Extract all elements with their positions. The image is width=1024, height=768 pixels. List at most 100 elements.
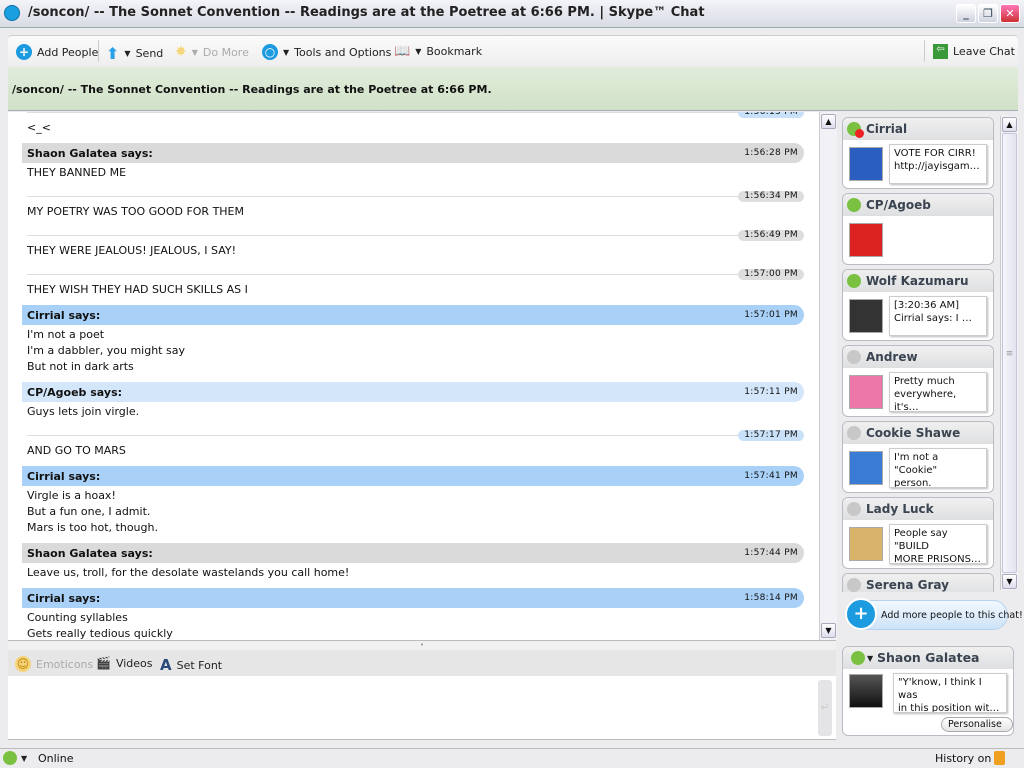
message-timestamp: 1:57:17 PM — [738, 430, 804, 441]
message-input[interactable]: ↵ — [8, 676, 836, 740]
participant-avatar — [849, 375, 883, 409]
my-name-label: Shaon Galatea — [877, 650, 980, 665]
participant-card[interactable]: Cookie Shawe I'm not a "Cookie" person. — [842, 421, 994, 493]
offline-status-icon — [847, 350, 861, 364]
emoticons-button[interactable]: ☺ Emoticons — [15, 656, 93, 672]
message-divider: 1:57:17 PM — [22, 420, 804, 443]
online-status-icon — [851, 651, 865, 665]
chevron-down-icon[interactable]: ▼ — [21, 754, 27, 763]
chat-topic-bar[interactable]: /soncon/ -- The Sonnet Convention -- Rea… — [8, 67, 1018, 111]
do-more-label: Do More — [202, 45, 249, 59]
participants-panel: Cirrial VOTE FOR CIRR! http://jayisgam… CP… — [838, 112, 1023, 740]
sender-name: Cirrial says: — [27, 308, 101, 322]
splitter-handle[interactable]: • — [8, 640, 836, 650]
message-timestamp: 1:56:13 PM — [738, 112, 804, 118]
add-icon: + — [16, 44, 32, 60]
my-avatar[interactable] — [849, 674, 883, 708]
sender-name: Shaon Galatea says: — [27, 146, 153, 160]
message-text: Mars is too hot, though. — [27, 521, 158, 534]
lock-icon — [994, 751, 1005, 765]
scroll-up-button[interactable]: ▲ — [1002, 117, 1017, 132]
book-icon: 📖 — [394, 44, 411, 59]
participant-name: Cirrial — [843, 118, 993, 140]
tools-icon: ○ — [262, 44, 278, 60]
online-status-icon — [847, 198, 861, 212]
chat-topic: /soncon/ -- The Sonnet Convention -- Rea… — [12, 83, 492, 96]
clapper-icon: 🎬 — [96, 656, 111, 670]
my-mood-message[interactable]: "Y'know, I think I was in this position … — [893, 673, 1007, 713]
offline-status-icon — [847, 578, 861, 592]
message-text: Virgle is a hoax! — [27, 489, 116, 502]
videos-label: Videos — [115, 656, 153, 670]
online-status-icon[interactable] — [3, 751, 17, 765]
videos-button[interactable]: 🎬 Videos — [96, 656, 153, 670]
message-text: THEY BANNED ME — [27, 166, 127, 179]
status-label[interactable]: Online — [38, 752, 73, 765]
offline-status-icon — [847, 502, 861, 516]
participant-card[interactable]: Andrew Pretty much everywhere, it's… — [842, 345, 994, 417]
participant-avatar — [849, 527, 883, 561]
set-font-button[interactable]: A Set Font — [160, 656, 222, 674]
scroll-down-button[interactable]: ▼ — [821, 623, 836, 638]
participant-mood: [3:20:36 AM] Cirrial says: I … — [889, 296, 987, 336]
restore-button[interactable]: ❐ — [978, 4, 998, 23]
participant-avatar — [849, 299, 883, 333]
message-text: THEY WISH THEY HAD SUCH SKILLS AS I — [27, 283, 248, 296]
close-button[interactable]: ✕ — [1000, 4, 1020, 23]
message-timestamp: 1:56:34 PM — [738, 191, 804, 202]
window-title: /soncon/ -- The Sonnet Convention -- Rea… — [28, 5, 705, 20]
personalise-button[interactable]: Personalise » — [941, 717, 1013, 735]
participant-mood: I'm not a "Cookie" person. — [889, 448, 987, 488]
puzzle-icon: ✸ — [175, 44, 187, 60]
add-people-button[interactable]: + Add People — [16, 44, 98, 60]
message-text: But a fun one, I admit. — [27, 505, 151, 518]
participant-card[interactable]: Serena Gray — [842, 573, 994, 592]
message-text: I'm not a poet — [27, 328, 105, 341]
do-not-disturb-icon — [855, 129, 864, 138]
message-divider: 1:56:34 PM — [22, 181, 804, 204]
participant-card[interactable]: CP/Agoeb — [842, 193, 994, 265]
divider-line — [27, 196, 764, 197]
scroll-down-button[interactable]: ▼ — [1002, 574, 1017, 589]
tools-label: Tools and Options — [294, 45, 392, 59]
participants-scrollbar[interactable]: ▲ ≡ ▼ — [1000, 116, 1018, 590]
chevron-down-icon: ▼ — [283, 47, 290, 57]
participant-mood: People say "BUILD MORE PRISONS… — [889, 524, 987, 564]
font-icon: A — [160, 656, 172, 674]
message-text: Guys lets join virgle. — [27, 405, 140, 418]
participant-name: Wolf Kazumaru — [843, 270, 993, 292]
message-timestamp: 1:57:00 PM — [738, 269, 804, 280]
smiley-icon: ☺ — [15, 656, 31, 672]
participant-card[interactable]: Wolf Kazumaru [3:20:36 AM] Cirrial says: … — [842, 269, 994, 341]
message-timestamp: 1:57:11 PM — [744, 387, 798, 397]
message-text: <_< — [27, 121, 51, 134]
message-header: Cirrial says: 1:58:14 PM — [22, 588, 804, 608]
message-timestamp: 1:57:01 PM — [744, 310, 798, 320]
sender-name: Cirrial says: — [27, 591, 101, 605]
scroll-thumb[interactable]: ≡ — [1002, 133, 1017, 573]
participant-card[interactable]: Cirrial VOTE FOR CIRR! http://jayisgam… — [842, 117, 994, 189]
history-status: History on — [935, 752, 992, 765]
chat-toolbar: + Add People ⬆ ▼ Send ✸ ▼ Do More ○ ▼ Tools and… — [8, 35, 1018, 66]
divider-line — [27, 435, 764, 436]
divider-line — [27, 235, 764, 236]
scroll-up-button[interactable]: ▲ — [821, 114, 836, 129]
bookmark-button[interactable]: 📖 ▼ Bookmark — [394, 44, 482, 59]
message-header: Shaon Galatea says: 1:57:44 PM — [22, 543, 804, 563]
send-button[interactable]: ⬆ ▼ Send — [106, 44, 163, 63]
leave-chat-button[interactable]: ⇦ Leave Chat — [933, 44, 1015, 59]
send-message-button[interactable]: ↵ — [818, 680, 832, 736]
chat-scrollbar[interactable]: ▲ ▼ — [819, 112, 837, 640]
message-divider: 1:56:13 PM — [22, 112, 804, 120]
participant-mood: VOTE FOR CIRR! http://jayisgam… — [889, 144, 987, 184]
add-more-people-button[interactable]: + Add more people to this chat! — [845, 598, 1023, 630]
emoticons-label: Emoticons — [36, 657, 94, 671]
sender-name: Shaon Galatea says: — [27, 546, 153, 560]
do-more-button[interactable]: ✸ ▼ Do More — [175, 44, 249, 60]
message-header: Shaon Galatea says: 1:56:28 PM — [22, 143, 804, 163]
participant-card[interactable]: Lady Luck People say "BUILD MORE PRISONS… — [842, 497, 994, 569]
chevron-down-icon: ▼ — [124, 49, 131, 58]
tools-options-button[interactable]: ○ ▼ Tools and Options — [262, 44, 391, 60]
message-text: I'm a dabbler, you might say — [27, 344, 185, 357]
minimize-button[interactable]: _ — [956, 4, 976, 23]
